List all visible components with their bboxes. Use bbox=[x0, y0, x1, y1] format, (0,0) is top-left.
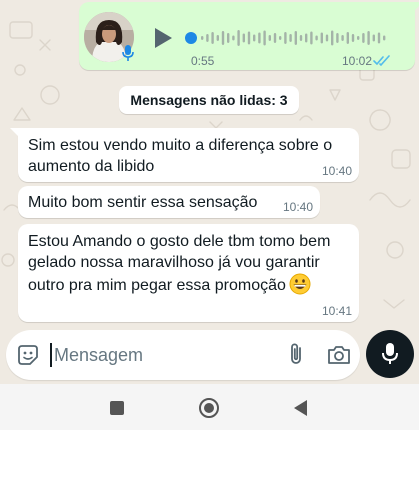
message-time: 10:41 bbox=[321, 304, 352, 318]
waveform-bar bbox=[268, 35, 271, 41]
message-input[interactable] bbox=[54, 340, 274, 370]
message-bubble[interactable]: Muito bom sentir essa sensação 10:40 bbox=[18, 186, 320, 218]
voice-duration: 0:55 bbox=[191, 54, 215, 68]
waveform-bar bbox=[263, 30, 266, 46]
waveform-bar bbox=[206, 34, 209, 42]
waveform-bar bbox=[320, 32, 323, 44]
message-text: Sim estou vendo muito a diferença sobre … bbox=[28, 137, 333, 175]
waveform-bar bbox=[362, 33, 365, 43]
message-time: 10:40 bbox=[282, 200, 313, 214]
waveform-bar bbox=[201, 36, 204, 40]
microphone-badge-icon bbox=[122, 45, 134, 61]
waveform-bar bbox=[253, 34, 256, 42]
message-bubble[interactable]: Sim estou vendo muito a diferença sobre … bbox=[10, 128, 359, 182]
waveform-bar bbox=[258, 32, 261, 44]
waveform-bar bbox=[242, 33, 245, 43]
waveform-bar bbox=[294, 31, 297, 45]
waveform-bar bbox=[310, 31, 313, 45]
playback-scrubber bbox=[185, 32, 197, 44]
waveform-bar bbox=[336, 33, 339, 43]
record-voice-button[interactable] bbox=[366, 330, 414, 378]
recents-square-icon[interactable] bbox=[110, 401, 124, 415]
waveform-bar bbox=[383, 35, 386, 41]
waveform-bar bbox=[315, 35, 318, 41]
waveform-bar bbox=[299, 35, 303, 41]
waveform-bar bbox=[284, 32, 287, 44]
waveform-bar bbox=[372, 34, 375, 42]
system-navigation-bar bbox=[0, 384, 419, 430]
camera-icon[interactable] bbox=[326, 343, 352, 367]
waveform-bar bbox=[227, 33, 230, 43]
waveform-bar bbox=[279, 36, 282, 40]
chat-area: 0:55 10:02 Mensagens não lidas: 3 Sim es… bbox=[0, 0, 419, 384]
waveform-bar bbox=[216, 35, 219, 41]
double-check-icon bbox=[373, 55, 390, 66]
waveform-bar bbox=[289, 34, 292, 42]
message-text: Muito bom sentir essa sensação bbox=[28, 194, 258, 211]
paperclip-icon[interactable] bbox=[284, 342, 310, 368]
waveform-bar bbox=[211, 32, 214, 44]
waveform-bar bbox=[325, 34, 329, 42]
home-circle-icon[interactable] bbox=[198, 397, 220, 419]
waveform-bar bbox=[377, 32, 381, 44]
waveform-bar bbox=[237, 30, 240, 46]
bubble-tail bbox=[10, 128, 20, 138]
play-icon[interactable] bbox=[152, 26, 174, 50]
message-composer bbox=[6, 330, 360, 380]
back-triangle-icon[interactable] bbox=[292, 399, 308, 417]
waveform-bar bbox=[232, 35, 235, 41]
waveform-bar bbox=[341, 35, 344, 41]
waveform-bar bbox=[221, 31, 225, 45]
microphone-icon bbox=[382, 343, 398, 364]
waveform-bar bbox=[331, 30, 334, 46]
bubble-tail bbox=[413, 2, 419, 12]
waveform-bar bbox=[273, 33, 277, 43]
message-time: 10:40 bbox=[321, 164, 352, 178]
message-bubble[interactable]: Estou Amando o gosto dele tbm tomo bem g… bbox=[18, 224, 359, 322]
emoji-icon[interactable] bbox=[16, 343, 40, 367]
message-text: Estou Amando o gosto dele tbm tomo bem g… bbox=[28, 233, 331, 294]
voice-message-bubble[interactable]: 0:55 10:02 bbox=[79, 2, 419, 70]
waveform-bar bbox=[357, 36, 360, 40]
unread-messages-banner: Mensagens não lidas: 3 bbox=[119, 86, 299, 114]
grinning-face-icon bbox=[289, 273, 311, 295]
waveform-bar bbox=[247, 31, 251, 45]
voice-timestamp: 10:02 bbox=[341, 54, 372, 68]
text-cursor bbox=[50, 343, 52, 367]
waveform-bar bbox=[305, 33, 308, 43]
waveform-bar bbox=[367, 31, 370, 45]
audio-waveform[interactable] bbox=[185, 22, 393, 56]
waveform-bar bbox=[351, 34, 355, 42]
waveform-bar bbox=[346, 32, 349, 44]
